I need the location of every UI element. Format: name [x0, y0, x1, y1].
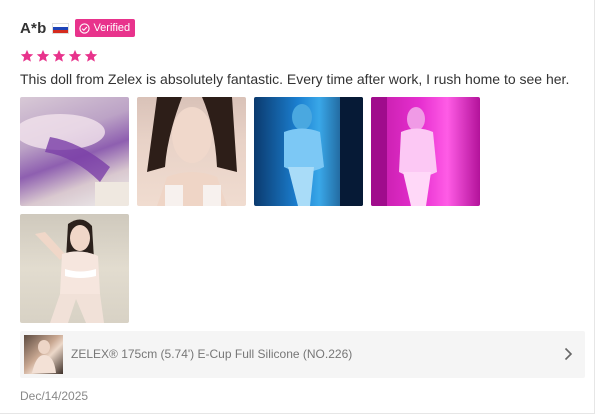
rating-stars	[20, 49, 98, 63]
russia-flag-icon	[52, 22, 70, 34]
review-author: A*b	[20, 19, 47, 37]
star-icon	[52, 49, 66, 62]
review-text: This doll from Zelex is absolutely fanta…	[20, 71, 570, 87]
star-icon	[84, 49, 98, 62]
review-photo[interactable]	[20, 214, 129, 323]
review-photo[interactable]	[254, 97, 363, 206]
review-photo[interactable]	[20, 97, 129, 206]
product-link[interactable]: ZELEX® 175cm (5.74') E-Cup Full Silicone…	[20, 331, 585, 378]
review-photo[interactable]	[137, 97, 246, 206]
star-icon	[36, 49, 50, 62]
verified-badge: Verified	[75, 19, 136, 37]
product-name: ZELEX® 175cm (5.74') E-Cup Full Silicone…	[71, 347, 353, 361]
review-date: Dec/14/2025	[20, 389, 89, 403]
check-circle-icon	[79, 22, 91, 34]
review-photo[interactable]	[371, 97, 480, 206]
review-header: A*b Verified	[20, 18, 136, 38]
star-icon	[20, 49, 34, 62]
product-thumbnail	[24, 335, 63, 374]
review-card: A*b Verified This doll from Zelex is abs…	[0, 0, 595, 414]
star-icon	[68, 49, 82, 62]
verified-label: Verified	[93, 22, 131, 34]
chevron-right-icon	[564, 347, 573, 361]
